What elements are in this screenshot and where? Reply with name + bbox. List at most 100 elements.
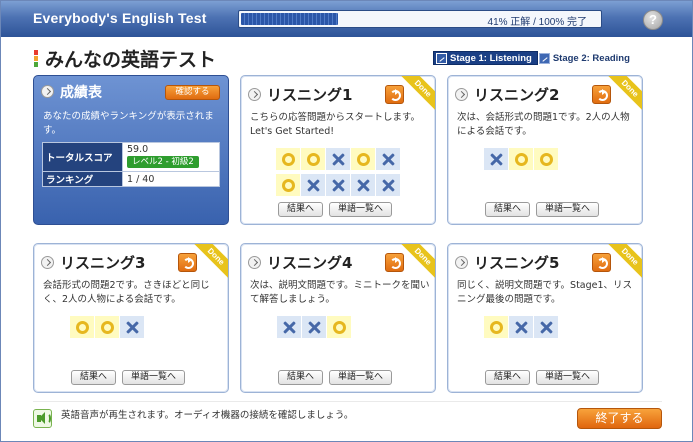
mark-row: [276, 148, 400, 170]
chevron-right-icon: [248, 88, 261, 101]
cross-mark-icon: [302, 316, 326, 338]
header-bar: Everybody's English Test 41% 正解 / 100% 完…: [1, 1, 692, 37]
progress-text: 41% 正解 / 100% 完了: [487, 17, 587, 28]
finish-button[interactable]: 終了する: [577, 408, 662, 429]
circle-mark-icon: [484, 316, 508, 338]
tab-label: Stage 1: Listening: [450, 52, 532, 64]
start-button[interactable]: [385, 253, 404, 272]
mark-glyph: [539, 152, 553, 166]
mark-glyph: [281, 152, 295, 166]
chevron-right-icon: [41, 85, 54, 98]
card-title: リスニング5: [474, 254, 560, 272]
ranking-label: ランキング: [42, 171, 123, 187]
card-header: リスニング3 Done: [34, 244, 228, 280]
footer-divider: [33, 401, 662, 402]
circle-mark-icon: [70, 316, 94, 338]
chevron-right-icon: [455, 256, 468, 269]
cross-mark-icon: [509, 316, 533, 338]
footer-note: 英語音声が再生されます。オーディオ機器の接続を確認しましょう。: [61, 410, 354, 421]
circle-mark-icon: [301, 148, 325, 170]
answer-marks: [484, 148, 558, 174]
mark-glyph: [100, 320, 114, 334]
mark-row: [484, 148, 558, 170]
done-ribbon: Done: [193, 244, 228, 280]
card-buttons: 結果へ 単語一覧へ: [278, 370, 393, 385]
mark-row: [277, 316, 351, 338]
mark-glyph: [515, 321, 528, 334]
score-table: トータルスコア 59.0 レベル2 - 初級2 ランキング 1 / 40: [42, 142, 220, 187]
mark-glyph: [540, 321, 553, 334]
mark-glyph: [126, 321, 139, 334]
cross-mark-icon: [376, 148, 400, 170]
circle-mark-icon: [534, 148, 558, 170]
mark-glyph: [489, 320, 503, 334]
start-button[interactable]: [592, 253, 611, 272]
mark-glyph: [306, 152, 320, 166]
cross-mark-icon: [277, 316, 301, 338]
card-description: 次は、会話形式の問題1です。2人の人物による会話です。: [457, 112, 630, 137]
card-buttons: 結果へ 単語一覧へ: [278, 202, 393, 217]
word-list-button[interactable]: 単語一覧へ: [122, 370, 186, 385]
mark-glyph: [308, 321, 321, 334]
tab-label: Stage 2: Reading: [552, 52, 630, 64]
answer-marks: [484, 316, 558, 342]
card-description: 会話形式の問題2です。さきほどと同じく、2人の人物による会話です。: [43, 280, 210, 305]
cross-mark-icon: [376, 174, 400, 196]
mark-row: [276, 174, 400, 196]
help-icon[interactable]: ?: [643, 10, 663, 30]
result-button[interactable]: 結果へ: [71, 370, 117, 385]
progress-fill: [241, 13, 338, 25]
listening-card-3: リスニング3 Done 会話形式の問題2です。さきほどと同じく、2人の人物による…: [33, 243, 229, 393]
mark-row: [484, 316, 558, 338]
done-ribbon: Done: [400, 244, 435, 280]
result-button[interactable]: 結果へ: [278, 370, 324, 385]
start-button[interactable]: [178, 253, 197, 272]
mark-glyph: [75, 320, 89, 334]
cross-mark-icon: [326, 174, 350, 196]
chevron-right-icon: [248, 256, 261, 269]
cross-mark-icon: [351, 174, 375, 196]
app-window: Everybody's English Test 41% 正解 / 100% 完…: [0, 0, 693, 442]
word-list-button[interactable]: 単語一覧へ: [329, 370, 393, 385]
result-button[interactable]: 結果へ: [278, 202, 324, 217]
card-title: リスニング3: [60, 254, 146, 272]
mark-glyph: [332, 153, 345, 166]
app-title: Everybody's English Test: [33, 10, 207, 26]
mark-glyph: [283, 321, 296, 334]
result-button[interactable]: 結果へ: [485, 202, 531, 217]
score-title: 成績表: [60, 85, 102, 101]
stage-icon: [436, 52, 447, 64]
mark-glyph: [307, 179, 320, 192]
chevron-right-icon: [455, 88, 468, 101]
card-header: リスニング5 Done: [448, 244, 642, 280]
chevron-right-icon: [41, 256, 54, 269]
mark-row: [70, 316, 144, 338]
mark-glyph: [382, 153, 395, 166]
circle-mark-icon: [351, 148, 375, 170]
total-score-label: トータルスコア: [42, 142, 123, 172]
tab-stage-2-reading[interactable]: Stage 2: Reading: [537, 51, 634, 65]
start-button[interactable]: [592, 85, 611, 104]
mark-glyph: [332, 320, 346, 334]
circle-mark-icon: [327, 316, 351, 338]
word-list-button[interactable]: 単語一覧へ: [536, 202, 600, 217]
stage-icon: [538, 52, 550, 64]
confirm-button[interactable]: 確認する: [165, 85, 220, 100]
cross-mark-icon: [484, 148, 508, 170]
word-list-button[interactable]: 単語一覧へ: [536, 370, 600, 385]
word-list-button[interactable]: 単語一覧へ: [329, 202, 393, 217]
mark-glyph: [281, 178, 295, 192]
start-button[interactable]: [385, 85, 404, 104]
card-title: リスニング1: [267, 86, 353, 104]
score-description: あなたの成績やランキングが表示されます。: [43, 111, 214, 136]
progress-bar: 41% 正解 / 100% 完了: [238, 10, 602, 28]
listening-card-5: リスニング5 Done 同じく、説明文問題です。Stage1、リスニング最後の問…: [447, 243, 643, 393]
cross-mark-icon: [534, 316, 558, 338]
card-header: リスニング4 Done: [241, 244, 435, 280]
result-button[interactable]: 結果へ: [485, 370, 531, 385]
title-mark-icon: [34, 50, 38, 67]
score-card: 成績表 確認する あなたの成績やランキングが表示されます。 トータルスコア 59…: [33, 75, 229, 225]
cross-mark-icon: [326, 148, 350, 170]
tab-stage-1-listening[interactable]: Stage 1: Listening: [433, 51, 538, 65]
done-ribbon: Done: [607, 244, 642, 280]
